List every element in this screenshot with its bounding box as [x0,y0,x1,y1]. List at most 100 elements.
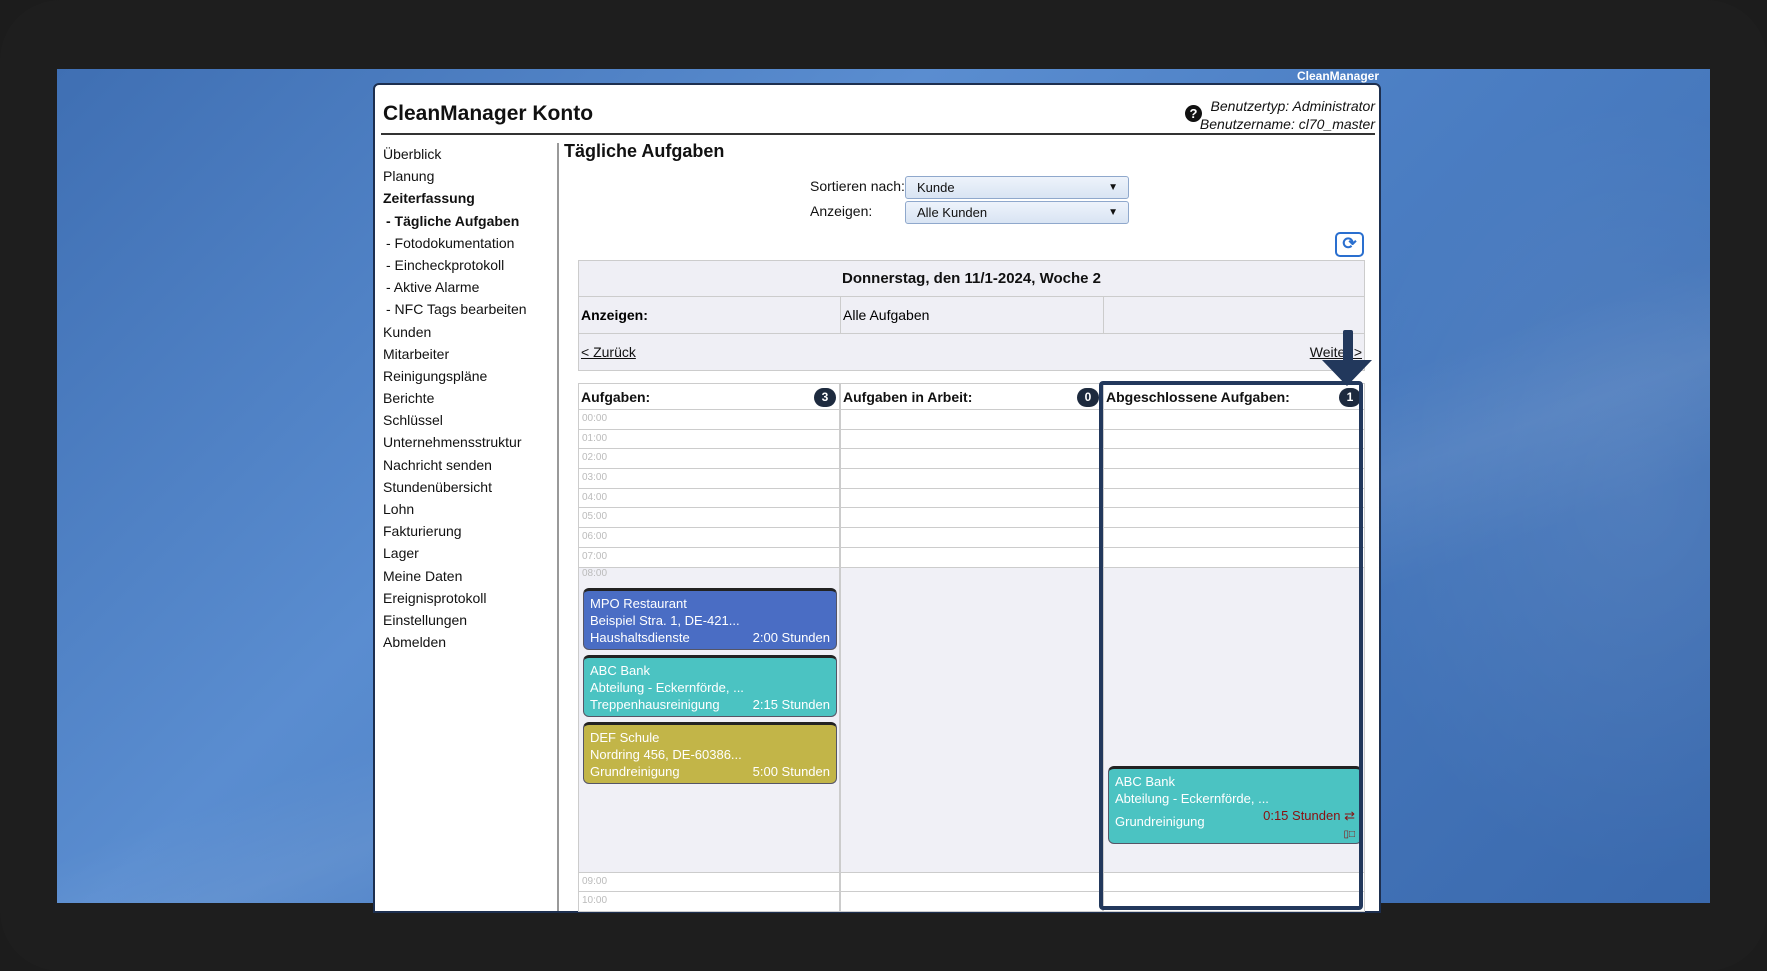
count-badge: 1 [1339,388,1361,407]
chevron-down-icon: ▼ [1108,182,1118,193]
sidebar-item[interactable]: - Tägliche Aufgaben [383,210,553,232]
sidebar-item[interactable]: - Eincheckprotokoll [383,254,553,276]
sort-label: Sortieren nach: [810,178,905,194]
hour-slot [841,547,1102,568]
hour-slot [1104,488,1364,509]
hour-label: 00:00 [582,413,608,424]
sidebar-item[interactable]: Überblick [383,143,553,165]
sort-select[interactable]: Kunde ▼ [905,176,1129,199]
sidebar-item[interactable]: Lager [383,542,553,564]
arrow-down-icon [1322,330,1372,386]
sidebar-item[interactable]: Unternehmensstruktur [383,431,553,453]
card-address: Abteilung - Eckernförde, ... [590,679,744,695]
sidebar-item[interactable]: Mitarbeiter [383,343,553,365]
user-name: Benutzername: cl70_master [1199,116,1375,132]
refresh-icon: ⟳ [1342,234,1357,253]
hour-slot: 10:00 [579,892,839,912]
hour-slot: 09:00 [579,872,839,893]
column-header: Abgeschlossene Aufgaben: 1 [1104,383,1364,410]
hour-slot [1104,547,1364,568]
sidebar-item[interactable]: Lohn [383,498,553,520]
card-service: Grundreinigung [1115,813,1205,829]
hour-label: 02:00 [582,452,608,464]
hour-label: 04:00 [582,491,608,503]
hour-label: 07:00 [582,550,608,562]
sidebar-item[interactable]: Fakturierung [383,520,553,542]
sidebar-item[interactable]: - NFC Tags bearbeiten [383,298,553,320]
hour-slot: 05:00 [579,508,839,529]
card-duration: 5:00 Stunden [752,763,830,779]
card-service: Haushaltsdienste [590,629,690,645]
hour-slot: 04:00 [579,488,839,509]
hour-label: 01:00 [582,432,608,444]
column-title: Aufgaben in Arbeit: [843,389,973,405]
back-link[interactable]: < Zurück [581,344,636,360]
sidebar-item[interactable]: Schlüssel [383,409,553,431]
sidebar-item[interactable]: Einstellungen [383,609,553,631]
sidebar-item[interactable]: - Aktive Alarme [383,276,553,298]
chevron-down-icon: ▼ [1108,207,1118,218]
day-navigation: < Zurück Weiter > [578,334,1365,371]
sidebar-item[interactable]: Stundenübersicht [383,476,553,498]
hour-slot: 02:00 [579,449,839,470]
sidebar-item[interactable]: Abmelden [383,631,553,653]
column-header: Aufgaben: 3 [579,383,839,410]
sidebar-divider [557,143,559,911]
task-card[interactable]: ABC Bank Abteilung - Eckernförde, ... Gr… [1108,765,1362,844]
sidebar-item[interactable]: Berichte [383,387,553,409]
hour-slot [841,892,1102,912]
sidebar-item[interactable]: Ereignisprotokoll [383,587,553,609]
app-window: CleanManager Konto ? Benutzertyp: Admini… [373,83,1381,913]
task-card[interactable]: DEF Schule Nordring 456, DE-60386... Gru… [583,721,837,784]
task-card[interactable]: ABC Bank Abteilung - Eckernförde, ... Tr… [583,654,837,717]
card-customer: DEF Schule [590,729,660,745]
sidebar-item[interactable]: Planung [383,165,553,187]
hour-slot: 08:00 MPO Restaurant Beispiel Stra. 1, D… [579,567,839,873]
card-address: Beispiel Stra. 1, DE-421... [590,612,740,628]
show-select[interactable]: Alle Kunden ▼ [905,201,1129,224]
hour-slot [841,488,1102,509]
card-service: Treppenhausreinigung [590,696,720,712]
card-duration: 2:00 Stunden [752,629,830,645]
card-duration: 2:15 Stunden [752,696,830,712]
sidebar-item[interactable]: Nachricht senden [383,454,553,476]
sidebar-item[interactable]: Reinigungspläne [383,365,553,387]
app-title: CleanManager Konto [383,102,594,125]
card-customer: ABC Bank [590,662,650,678]
hour-slot [841,508,1102,529]
hour-slot [841,410,1102,430]
hour-label: 09:00 [582,875,608,887]
hour-slot [841,429,1102,450]
hour-slot [1104,872,1364,893]
filter-value[interactable]: Alle Aufgaben [841,297,1104,333]
hour-label: 03:00 [582,472,608,484]
user-type: Benutzertyp: Administrator [1210,98,1375,114]
refresh-button[interactable]: ⟳ [1335,232,1364,257]
sidebar-item[interactable]: - Fotodokumentation [383,232,553,254]
sort-value: Kunde [917,180,955,195]
task-column: Aufgaben in Arbeit: 0 [840,383,1103,912]
hour-label: 05:00 [582,511,608,523]
swap-icon: ⇄ [1344,807,1355,823]
card-address: Abteilung - Eckernförde, ... [1115,790,1269,806]
card-customer: MPO Restaurant [590,595,687,611]
card-duration: 0:15 Stunden [1263,807,1341,823]
sidebar-item[interactable]: Zeiterfassung [383,187,553,209]
task-column: Aufgaben: 3 00:00 01:00 02:00 03:00 04:00 05:00… [578,383,840,912]
filter-row: Anzeigen: Alle Aufgaben [578,297,1365,334]
user-info: Benutzertyp: Administrator Benutzername:… [1200,97,1375,133]
sidebar-item[interactable]: Meine Daten [383,565,553,587]
sidebar-item[interactable]: Kunden [383,321,553,343]
column-title: Abgeschlossene Aufgaben: [1106,389,1290,405]
hour-slot: 07:00 [579,547,839,568]
hour-slot [1104,469,1364,489]
task-card[interactable]: MPO Restaurant Beispiel Stra. 1, DE-421.… [583,587,837,650]
page-title: Tägliche Aufgaben [564,141,725,161]
hour-slot: ABC Bank Abteilung - Eckernförde, ... Gr… [1104,567,1364,873]
hour-slot [1104,508,1364,529]
document-icon[interactable]: ▯□ [1343,829,1355,840]
hour-slot: 03:00 [579,469,839,489]
card-service: Grundreinigung [590,763,680,779]
task-columns: Aufgaben: 3 00:00 01:00 02:00 03:00 04:00 05:00… [578,383,1365,912]
hour-slot [841,528,1102,548]
